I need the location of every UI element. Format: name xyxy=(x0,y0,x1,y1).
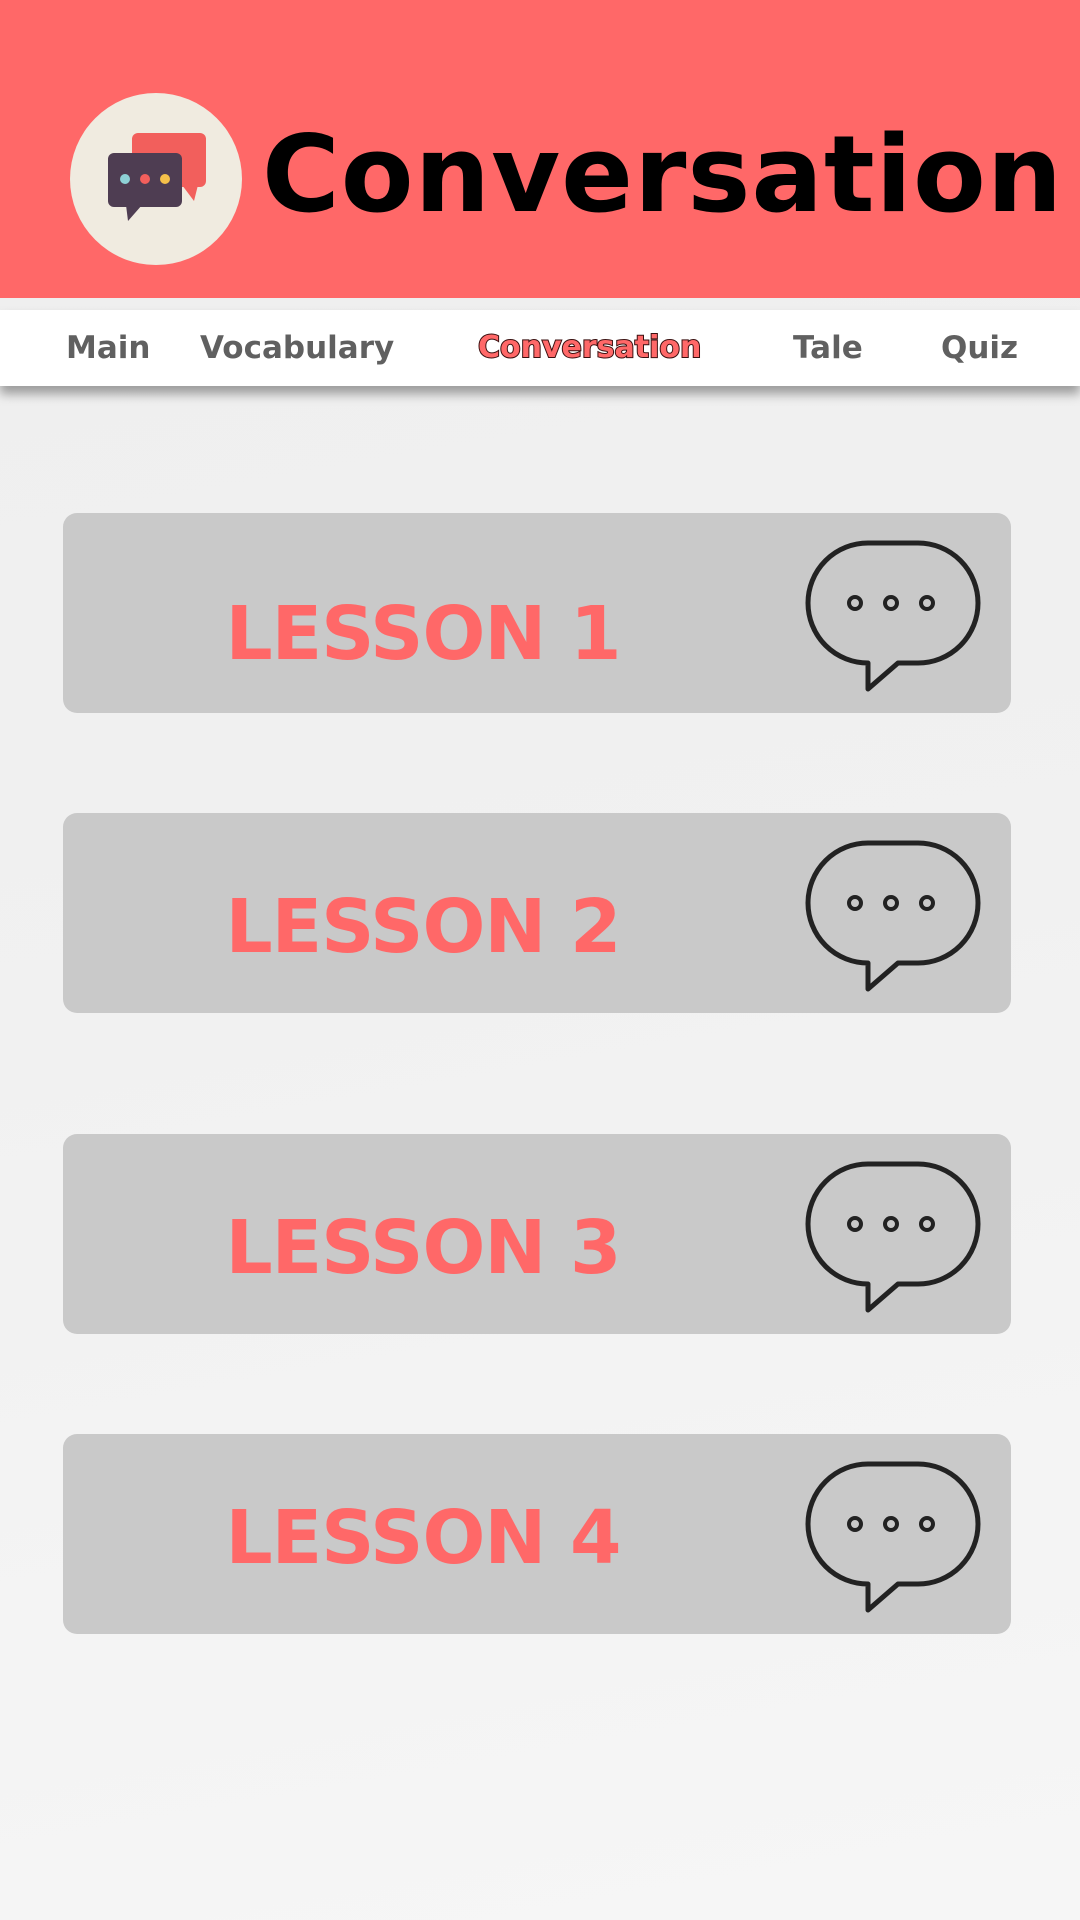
speech-bubble-icon xyxy=(805,840,981,992)
tab-bar: Main Vocabulary Conversation Tale Quiz xyxy=(0,310,1080,386)
speech-bubble-icon xyxy=(805,1461,981,1613)
tab-vocabulary[interactable]: Vocabulary xyxy=(200,310,394,386)
lesson-2-button[interactable]: LESSON 2 xyxy=(63,813,1011,1013)
tab-quiz[interactable]: Quiz xyxy=(941,310,1018,386)
speech-bubble-icon xyxy=(805,540,981,692)
lesson-label: LESSON 3 xyxy=(225,1205,621,1291)
lesson-label: LESSON 1 xyxy=(225,591,621,677)
lesson-3-button[interactable]: LESSON 3 xyxy=(63,1134,1011,1334)
lesson-label: LESSON 2 xyxy=(225,884,621,970)
app-header: Conversation xyxy=(0,0,1080,298)
page-title: Conversation xyxy=(262,113,1064,236)
tab-conversation[interactable]: Conversation xyxy=(477,310,702,386)
speech-bubble-icon xyxy=(805,1161,981,1313)
lesson-1-button[interactable]: LESSON 1 xyxy=(63,513,1011,713)
logo xyxy=(70,93,242,265)
chat-bubbles-icon xyxy=(108,133,206,221)
tab-tale[interactable]: Tale xyxy=(793,310,863,386)
tab-main[interactable]: Main xyxy=(66,310,150,386)
lesson-label: LESSON 4 xyxy=(225,1495,621,1581)
lesson-4-button[interactable]: LESSON 4 xyxy=(63,1434,1011,1634)
